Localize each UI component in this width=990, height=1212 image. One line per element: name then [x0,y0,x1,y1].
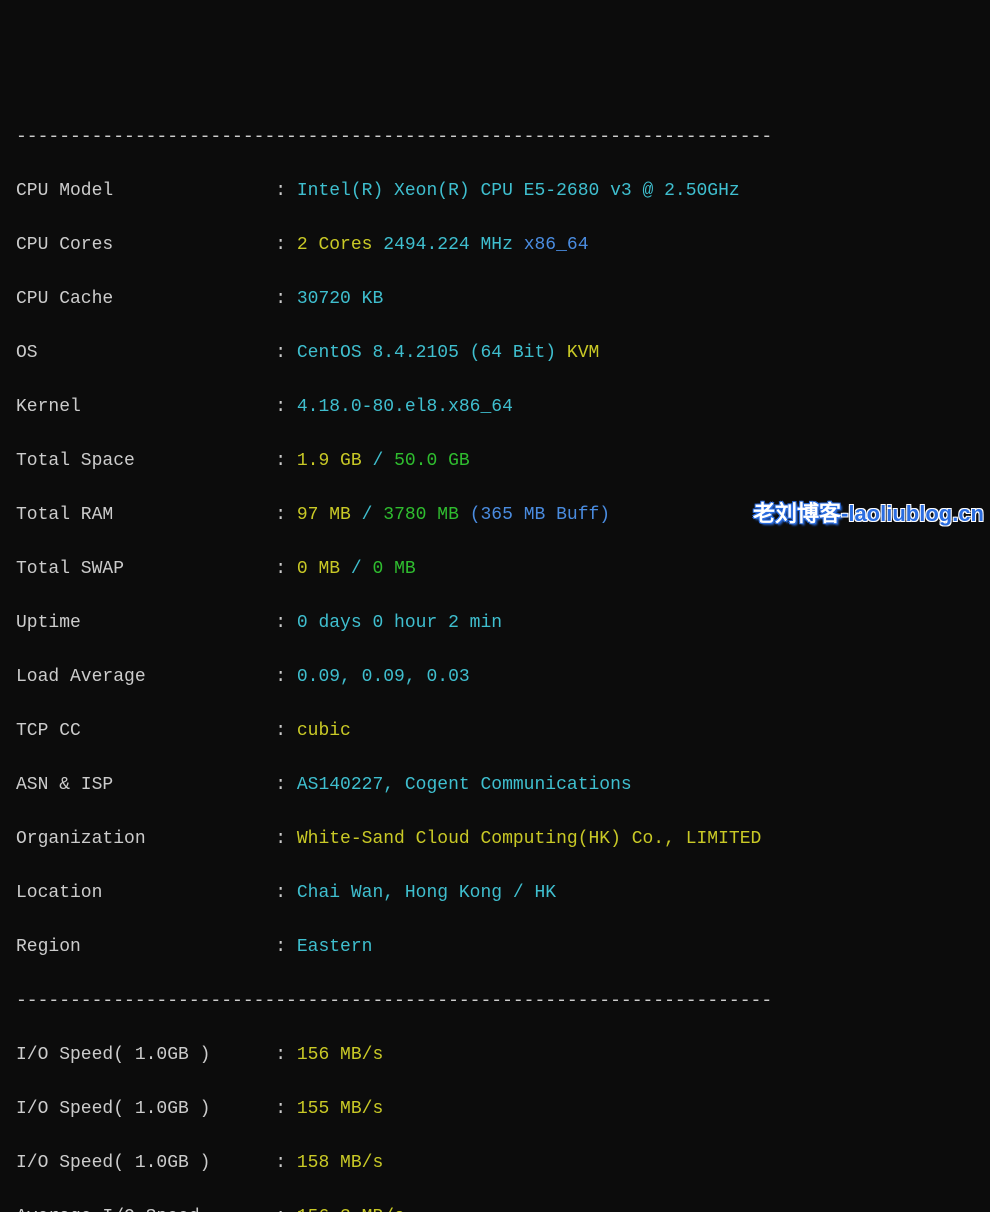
kernel-row: Kernel: 4.18.0-80.el8.x86_64 [16,394,974,421]
tcp-cc-label: TCP CC [16,718,275,745]
uptime-row: Uptime: 0 days 0 hour 2 min [16,610,974,637]
io-value-3: 158 MB/s [297,1153,383,1173]
total-swap-row: Total SWAP: 0 MB / 0 MB [16,556,974,583]
cpu-model-label: CPU Model [16,178,275,205]
space-total: 50.0 GB [394,451,470,471]
cpu-model-row: CPU Model: Intel(R) Xeon(R) CPU E5-2680 … [16,178,974,205]
separator-top: ----------------------------------------… [16,124,974,151]
space-sep: / [372,451,394,471]
load-avg-row: Load Average: 0.09, 0.09, 0.03 [16,664,974,691]
swap-sep: / [351,559,373,579]
kernel-label: Kernel [16,394,275,421]
cpu-cache-row: CPU Cache: 30720 KB [16,286,974,313]
swap-total: 0 MB [372,559,415,579]
io-avg-row: Average I/O Speed: 156.3 MB/s [16,1204,974,1212]
cpu-cache-value: 30720 KB [297,289,383,309]
space-used: 1.9 GB [297,451,373,471]
asn-isp-row: ASN & ISP: AS140227, Cogent Communicatio… [16,772,974,799]
io-speed-row-1: I/O Speed( 1.0GB ): 156 MB/s [16,1042,974,1069]
tcp-cc-row: TCP CC: cubic [16,718,974,745]
io-speed-row-3: I/O Speed( 1.0GB ): 158 MB/s [16,1150,974,1177]
ram-buff: (365 MB Buff) [470,505,610,525]
uptime-value: 0 days 0 hour 2 min [297,613,502,633]
cpu-cores-row: CPU Cores: 2 Cores 2494.224 MHz x86_64 [16,232,974,259]
io-value-1: 156 MB/s [297,1045,383,1065]
io-label-2: I/O Speed( 1.0GB ) [16,1096,275,1123]
kernel-value: 4.18.0-80.el8.x86_64 [297,397,513,417]
org-label: Organization [16,826,275,853]
os-row: OS: CentOS 8.4.2105 (64 Bit) KVM [16,340,974,367]
cpu-cache-label: CPU Cache [16,286,275,313]
location-value: Chai Wan, Hong Kong / HK [297,883,556,903]
region-row: Region: Eastern [16,934,974,961]
ram-sep: / [362,505,384,525]
cpu-cores-arch: x86_64 [524,235,589,255]
os-virt: KVM [567,343,599,363]
uptime-label: Uptime [16,610,275,637]
swap-used: 0 MB [297,559,351,579]
io-avg-label: Average I/O Speed [16,1204,275,1212]
location-row: Location: Chai Wan, Hong Kong / HK [16,880,974,907]
org-value: White-Sand Cloud Computing(HK) Co., LIMI… [297,829,761,849]
io-label-1: I/O Speed( 1.0GB ) [16,1042,275,1069]
tcp-cc-value: cubic [297,721,351,741]
io-value-2: 155 MB/s [297,1099,383,1119]
cpu-cores-label: CPU Cores [16,232,275,259]
io-speed-row-2: I/O Speed( 1.0GB ): 155 MB/s [16,1096,974,1123]
load-avg-label: Load Average [16,664,275,691]
cpu-cores-count: 2 Cores [297,235,383,255]
separator-mid: ----------------------------------------… [16,988,974,1015]
os-name: CentOS 8.4.2105 (64 Bit) [297,343,567,363]
cpu-model-value: Intel(R) Xeon(R) CPU E5-2680 v3 @ 2.50GH… [297,181,740,201]
asn-isp-label: ASN & ISP [16,772,275,799]
ram-total: 3780 MB [383,505,469,525]
region-label: Region [16,934,275,961]
total-ram-label: Total RAM [16,502,275,529]
load-avg-value: 0.09, 0.09, 0.03 [297,667,470,687]
region-value: Eastern [297,937,373,957]
total-ram-row: Total RAM: 97 MB / 3780 MB (365 MB Buff) [16,502,974,529]
asn-isp-value: AS140227, Cogent Communications [297,775,632,795]
cpu-cores-freq: 2494.224 MHz [383,235,523,255]
total-space-row: Total Space: 1.9 GB / 50.0 GB [16,448,974,475]
total-space-label: Total Space [16,448,275,475]
org-row: Organization: White-Sand Cloud Computing… [16,826,974,853]
io-label-3: I/O Speed( 1.0GB ) [16,1150,275,1177]
total-swap-label: Total SWAP [16,556,275,583]
os-label: OS [16,340,275,367]
location-label: Location [16,880,275,907]
ram-used: 97 MB [297,505,362,525]
io-avg-value: 156.3 MB/s [297,1207,405,1212]
